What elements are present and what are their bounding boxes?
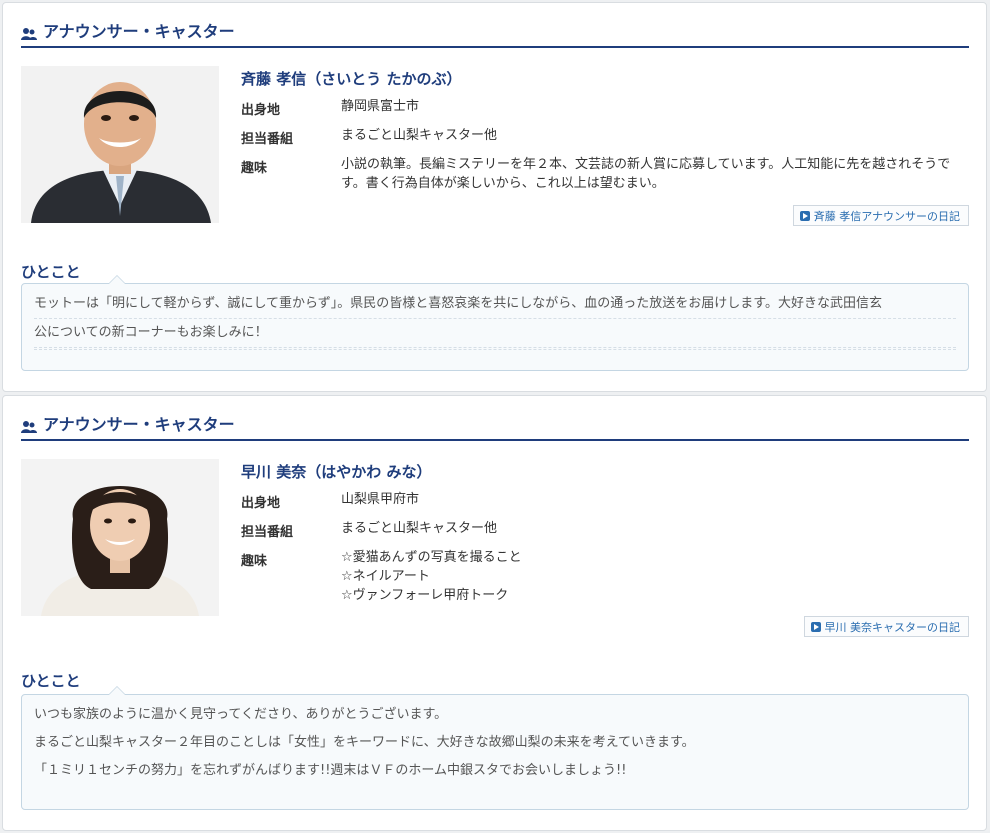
hitokoto-line: 「１ミリ１センチの努力」を忘れずがんばります!!週末はＶＦのホーム中銀スタでお会… <box>34 763 627 778</box>
speech-arrow <box>108 275 126 284</box>
profile-photo <box>21 66 219 223</box>
hitokoto-box: モットーは「明にして軽からず、誠にして重からず」。県民の皆様と喜怒哀楽を共にしな… <box>21 275 969 371</box>
hitokoto-title: ひとこと <box>21 263 81 281</box>
field-value-hobby: 小説の執筆。長編ミステリーを年２本、文芸誌の新人賞に応募しています。人工知能に先… <box>341 157 951 191</box>
field-value-hobby: ☆愛猫あんずの写真を撮ること ☆ネイルアート ☆ヴァンフォーレ甲府トーク <box>341 548 971 605</box>
people-icon <box>21 26 37 40</box>
hobby-item: ☆ヴァンフォーレ甲府トーク <box>341 588 509 603</box>
hitokoto-line: いつも家族のように温かく見守ってくださり、ありがとうございます。 <box>34 707 448 722</box>
speech-arrow <box>108 686 126 695</box>
field-label-program: 担当番組 <box>241 132 294 147</box>
section-title: アナウンサー・キャスター <box>43 415 235 434</box>
hitokoto-line <box>34 348 956 350</box>
hitokoto-box: いつも家族のように温かく見守ってくださり、ありがとうございます。 まるごと山梨キ… <box>21 686 969 810</box>
field-value-program: まるごと山梨キャスター他 <box>341 128 498 143</box>
diary-link-button[interactable]: 斉藤 孝信アナウンサーの日記 <box>792 205 969 226</box>
play-icon <box>799 211 810 221</box>
profile-name: 早川 美奈（はやかわ みな） <box>241 463 432 481</box>
field-value-program: まるごと山梨キャスター他 <box>341 521 498 536</box>
play-icon <box>810 622 821 632</box>
field-label-birthplace: 出身地 <box>241 496 281 511</box>
hobby-item: ☆愛猫あんずの写真を撮ること <box>341 550 522 565</box>
field-label-hobby: 趣味 <box>241 554 268 569</box>
people-icon <box>21 419 37 433</box>
field-label-birthplace: 出身地 <box>241 103 281 118</box>
profile-card-saito: アナウンサー・キャスター 斉藤 孝信（さいとう たかのぶ） 出身地 静岡県富士市… <box>2 2 987 392</box>
diary-link-button[interactable]: 早川 美奈キャスターの日記 <box>803 616 969 637</box>
section-title: アナウンサー・キャスター <box>43 22 235 41</box>
section-header: アナウンサー・キャスター <box>21 23 969 48</box>
section-header: アナウンサー・キャスター <box>21 416 969 441</box>
profile-name: 斉藤 孝信（さいとう たかのぶ） <box>241 70 462 88</box>
diary-link-label: 早川 美奈キャスターの日記 <box>824 621 961 634</box>
field-value-birthplace: 山梨県甲府市 <box>341 492 420 507</box>
field-label-program: 担当番組 <box>241 525 294 540</box>
hitokoto-line: まるごと山梨キャスター２年目のことしは「女性」をキーワードに、大好きな故郷山梨の… <box>34 735 695 750</box>
hitokoto-line: 公についての新コーナーもお楽しみに！ <box>34 319 956 348</box>
hitokoto-line: モットーは「明にして軽からず、誠にして重からず」。県民の皆様と喜怒哀楽を共にしな… <box>34 290 956 319</box>
diary-link-label: 斉藤 孝信アナウンサーの日記 <box>813 210 960 223</box>
field-value-birthplace: 静岡県富士市 <box>341 99 420 114</box>
field-label-hobby: 趣味 <box>241 161 268 176</box>
profile-photo <box>21 459 219 616</box>
hitokoto-title: ひとこと <box>21 672 81 690</box>
profile-card-hayakawa: アナウンサー・キャスター 早川 美奈（はやかわ みな） 出身地 山梨県甲府市 担… <box>2 395 987 831</box>
hobby-item: ☆ネイルアート <box>341 569 430 584</box>
